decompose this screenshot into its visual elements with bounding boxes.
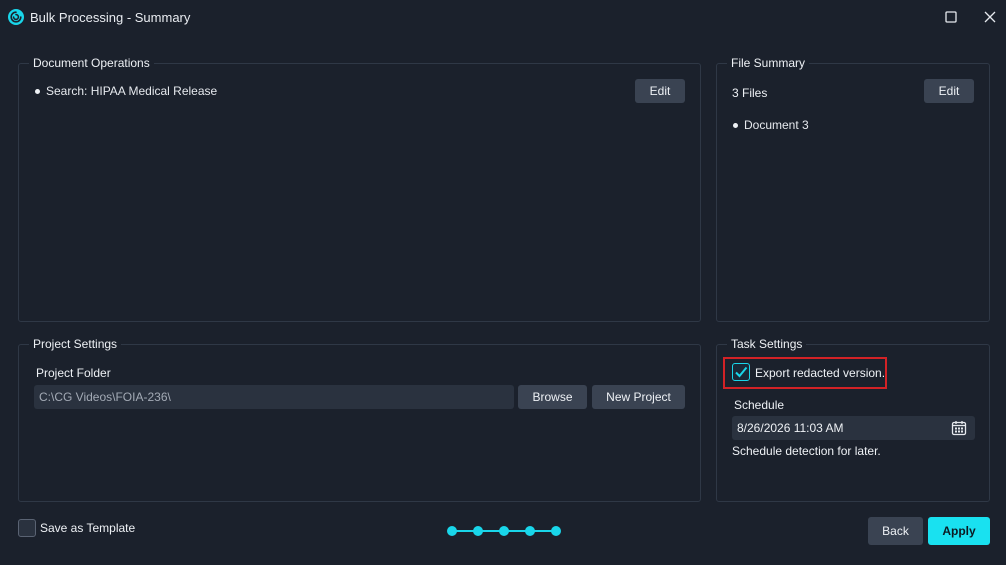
list-item: Document 3 — [733, 118, 809, 132]
document-operations-label: Document Operations — [29, 56, 154, 70]
back-button[interactable]: Back — [868, 517, 923, 545]
step-dot-1[interactable] — [447, 526, 457, 536]
step-dot-5[interactable] — [551, 526, 561, 536]
save-template-label[interactable]: Save as Template — [40, 521, 135, 535]
file-count: 3 Files — [732, 86, 768, 100]
checkmark-icon — [735, 366, 748, 378]
project-settings-group: Project Settings Project Folder C:\CG Vi… — [18, 337, 701, 502]
step-dot-2[interactable] — [473, 526, 483, 536]
step-dot-4[interactable] — [525, 526, 535, 536]
export-redacted-label[interactable]: Export redacted version. — [755, 366, 885, 380]
task-settings-label: Task Settings — [727, 337, 807, 351]
file-summary-label: File Summary — [727, 56, 810, 70]
edit-operations-button[interactable]: Edit — [635, 79, 685, 103]
project-folder-label: Project Folder — [36, 366, 111, 380]
title-bar: Bulk Processing - Summary — [0, 0, 1006, 34]
schedule-label: Schedule — [734, 398, 785, 412]
project-folder-input[interactable]: C:\CG Videos\FOIA-236\ — [34, 385, 514, 409]
schedule-note: Schedule detection for later. — [732, 444, 881, 458]
list-item: Search: HIPAA Medical Release — [35, 84, 217, 98]
step-dot-3[interactable] — [499, 526, 509, 536]
bullet-icon — [35, 88, 40, 94]
operation-item-label: Search: HIPAA Medical Release — [46, 84, 218, 98]
new-project-button[interactable]: New Project — [592, 385, 685, 409]
schedule-datetime-input[interactable]: 8/26/2026 11:03 AM — [732, 416, 975, 440]
progress-stepper — [447, 525, 561, 537]
close-icon[interactable] — [982, 9, 998, 25]
project-settings-label: Project Settings — [29, 337, 122, 351]
app-logo-icon — [8, 9, 24, 25]
calendar-icon[interactable] — [951, 420, 967, 436]
file-summary-group: File Summary 3 Files Edit Document 3 — [716, 56, 990, 322]
document-operations-group: Document Operations Search: HIPAA Medica… — [18, 56, 701, 322]
bullet-icon — [733, 122, 738, 128]
maximize-icon[interactable] — [943, 9, 959, 25]
file-item-label: Document 3 — [744, 118, 809, 132]
export-redacted-checkbox[interactable] — [732, 363, 750, 381]
edit-files-button[interactable]: Edit — [924, 79, 974, 103]
apply-button[interactable]: Apply — [928, 517, 990, 545]
save-template-checkbox[interactable] — [18, 519, 36, 537]
browse-button[interactable]: Browse — [518, 385, 587, 409]
window-title: Bulk Processing - Summary — [30, 10, 191, 25]
schedule-datetime-value: 8/26/2026 11:03 AM — [737, 421, 844, 435]
task-settings-group: Task Settings Export redacted version. S… — [716, 337, 990, 502]
